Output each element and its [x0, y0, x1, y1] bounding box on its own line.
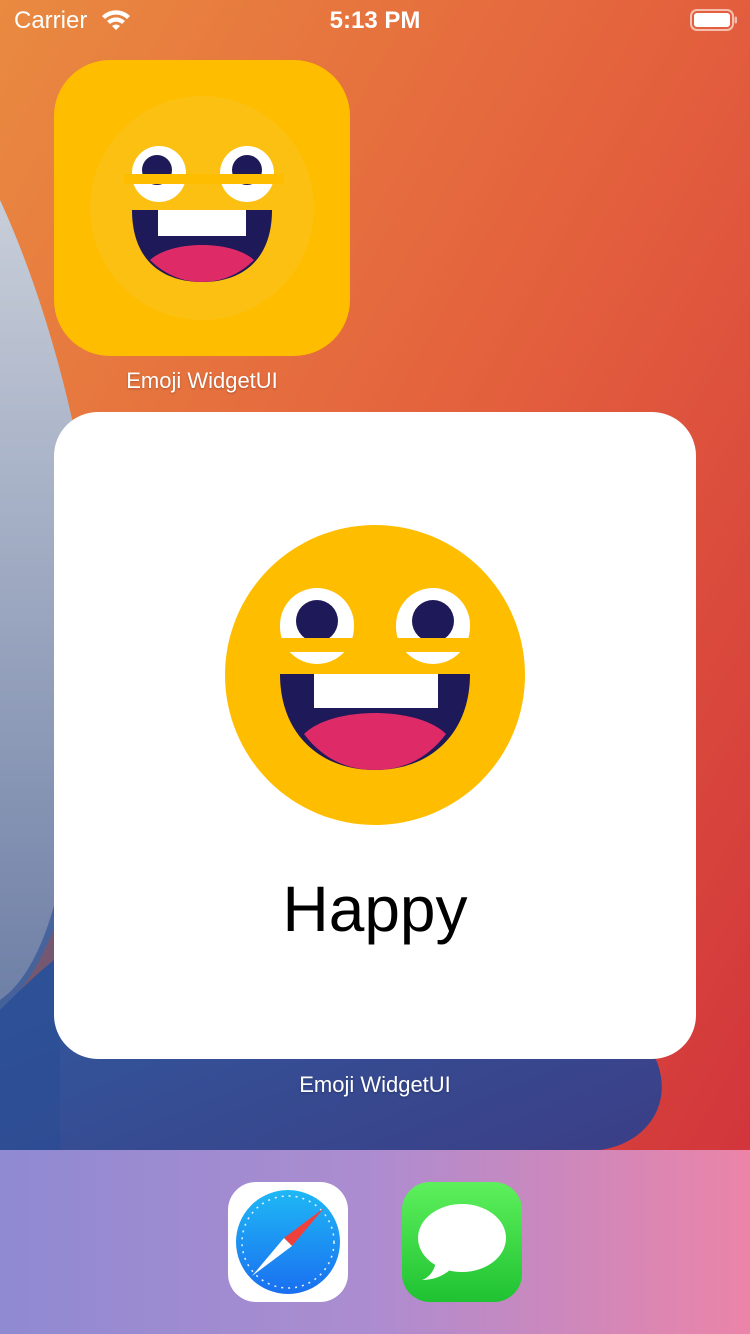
mood-text: Happy: [282, 873, 468, 945]
dock: [0, 1150, 750, 1334]
safari-compass-icon: [236, 1190, 340, 1294]
status-bar: Carrier 5:13 PM: [0, 0, 750, 42]
emoji-widget[interactable]: Happy: [54, 412, 696, 1059]
dock-app-safari[interactable]: [228, 1182, 348, 1302]
app-icon-label: Emoji WidgetUI: [126, 368, 278, 393]
emoji-widgetui-app-icon[interactable]: [54, 60, 350, 356]
widget-label: Emoji WidgetUI: [299, 1072, 451, 1097]
clock: 5:13 PM: [329, 7, 421, 34]
battery-icon: [690, 9, 737, 31]
messages-bubble-icon: [418, 1204, 506, 1280]
dock-app-messages[interactable]: [402, 1182, 522, 1302]
grinning-face-icon: [90, 96, 314, 320]
grinning-face-icon: [225, 525, 525, 825]
